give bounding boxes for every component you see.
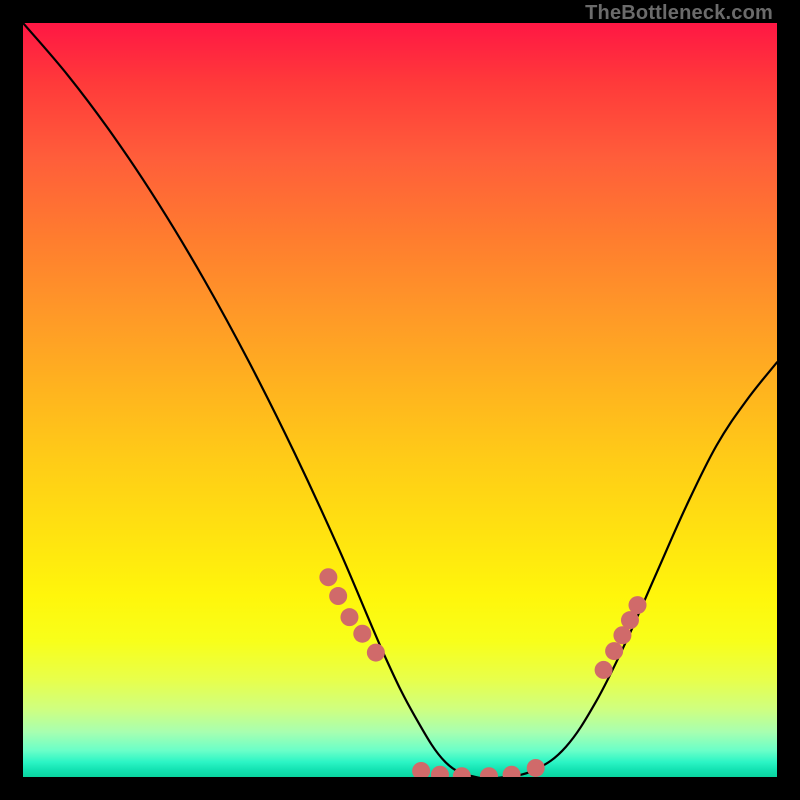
attribution-text: TheBottleneck.com: [585, 2, 773, 25]
plot-background-gradient: [23, 23, 777, 777]
chart-container: [23, 23, 777, 777]
